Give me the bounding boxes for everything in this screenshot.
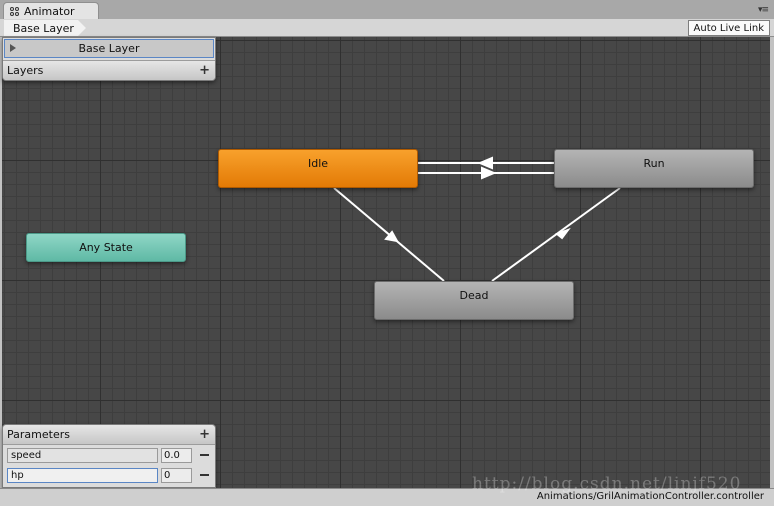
add-parameter-plus-icon[interactable]: + [199,428,210,441]
layer-item-label: Base Layer [78,42,140,55]
auto-live-link-button[interactable]: Auto Live Link [687,20,770,36]
parameter-row-speed: speed 0.0 [3,447,215,465]
layers-panel: Base Layer Layers + [2,37,216,81]
parameter-value-field[interactable]: 0.0 [161,448,192,463]
state-label: Run [643,157,665,170]
state-label: Dead [459,289,489,302]
parameter-value-field[interactable]: 0 [161,468,192,483]
window-tab-bar: Animator ▾≡ [0,0,774,20]
transition-arrow-icon [554,227,571,240]
state-node-any-state[interactable]: Any State [26,233,186,262]
window-tab-title: Animator [24,5,75,18]
layers-header[interactable]: Layers + [3,60,215,80]
parameter-name-field[interactable]: hp [7,468,158,483]
state-label: Idle [307,157,329,170]
parameter-row-hp: hp 0 [3,467,215,485]
layer-breadcrumb[interactable]: Base Layer [4,20,86,36]
remove-parameter-minus-icon[interactable] [200,454,209,456]
transition-edges [333,156,621,282]
parameters-panel: Parameters + speed 0.0 hp 0 [2,424,216,488]
parameters-header: Parameters + [3,425,215,445]
state-machine-graph[interactable]: Idle Run Dead Any State [2,37,770,488]
state-node-dead[interactable]: Dead [374,281,574,320]
state-label: Any State [79,241,133,254]
layers-header-label: Layers [7,64,44,77]
transition-arrow-icon [477,156,493,170]
parameter-name-field[interactable]: speed [7,448,158,463]
animator-icon [10,6,20,17]
state-node-run[interactable]: Run [554,149,754,188]
animator-toolbar: Base Layer Auto Live Link [0,19,774,37]
transition-arrow-icon [481,166,497,180]
state-node-idle[interactable]: Idle [218,149,418,188]
controller-asset-path: Animations/GrilAnimationController.contr… [536,491,764,502]
add-layer-plus-icon[interactable]: + [199,64,210,77]
triangle-right-icon[interactable] [10,44,16,52]
animator-window-tab[interactable]: Animator [3,2,99,20]
transition-run-to-dead[interactable] [491,187,621,282]
parameters-header-label: Parameters [7,428,70,441]
layer-item-base-layer[interactable]: Base Layer [4,39,214,58]
tab-menu-icon[interactable]: ▾≡ [758,5,769,15]
remove-parameter-minus-icon[interactable] [200,474,209,476]
status-bar: Animations/GrilAnimationController.contr… [0,488,774,506]
